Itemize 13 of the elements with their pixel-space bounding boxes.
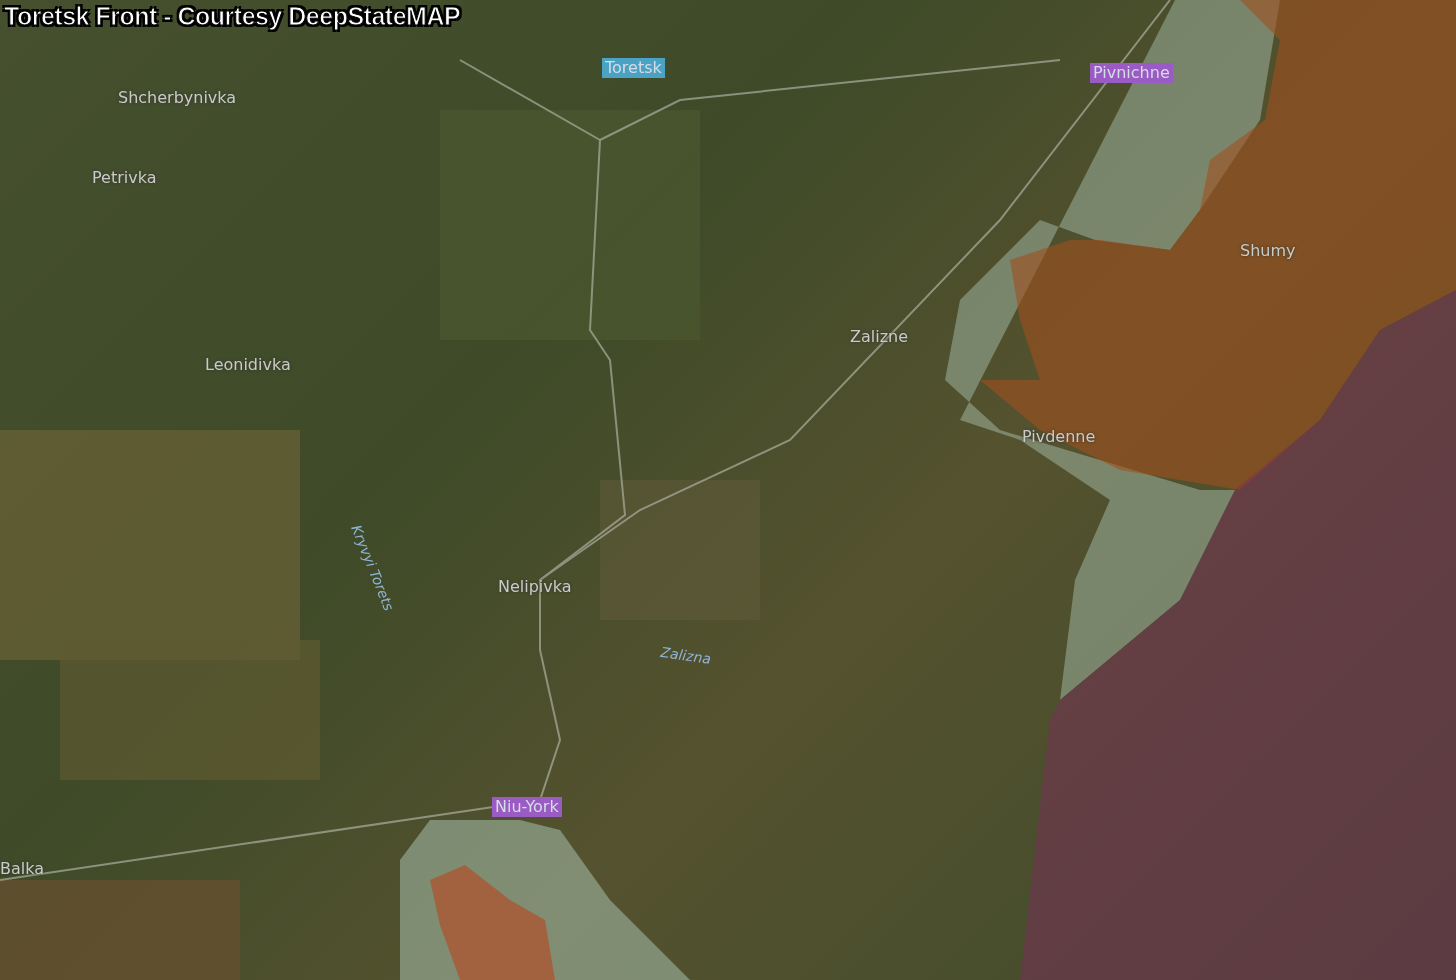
map-label: Shcherbynivka [118, 88, 237, 108]
map-label: Pivdenne [1022, 427, 1096, 447]
map-label: Niu-York [492, 797, 562, 817]
map-label: Shumy [1240, 241, 1296, 261]
map-label: Petrivka [92, 168, 157, 188]
map-caption: Toretsk Front - Courtesy DeepStateMAP [4, 2, 461, 31]
map-label: Zalizne [850, 327, 909, 347]
map-label: Toretsk [602, 58, 665, 78]
map-label: Pivnichne [1090, 63, 1173, 83]
map-label: Balka [0, 859, 44, 879]
map-label: Leonidivka [205, 355, 291, 375]
map-label: Nelipivka [498, 577, 572, 597]
map-label: Zalizna [659, 643, 713, 669]
